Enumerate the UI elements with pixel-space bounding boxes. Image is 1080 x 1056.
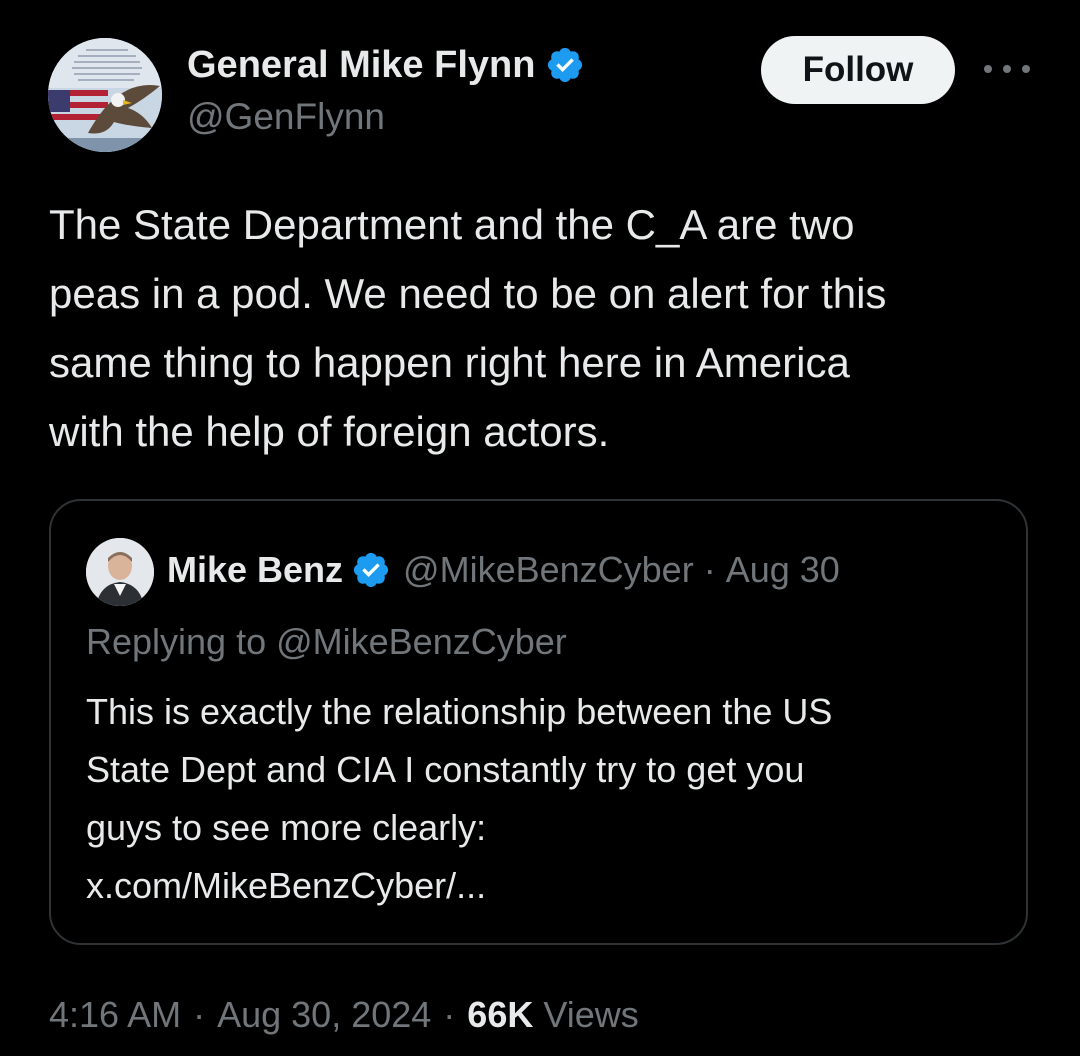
quoted-text-line: guys to see more clearly: xyxy=(86,807,487,848)
tweet-text-line: peas in a pod. We need to be on alert fo… xyxy=(49,270,887,317)
tweet-time[interactable]: 4:16 AM xyxy=(49,994,181,1036)
quoted-header: Mike Benz @MikeBenzCyber · Aug 30 xyxy=(167,545,840,595)
author-name[interactable]: General Mike Flynn xyxy=(187,44,535,87)
verified-badge-icon[interactable] xyxy=(545,45,585,85)
quoted-text-line: This is exactly the relationship between… xyxy=(86,691,833,732)
quoted-tweet-card[interactable]: Mike Benz @MikeBenzCyber · Aug 30 Replyi… xyxy=(49,499,1028,945)
quoted-author-avatar[interactable] xyxy=(86,538,154,606)
separator-dot: · xyxy=(193,994,206,1035)
quoted-text-line: State Dept and CIA I constantly try to g… xyxy=(86,749,805,790)
separator-dot: · xyxy=(443,994,456,1035)
tweet-text-line: same thing to happen right here in Ameri… xyxy=(49,339,850,386)
tweet-text: The State Department and the C_A are two… xyxy=(49,190,1049,466)
quoted-date[interactable]: Aug 30 xyxy=(726,549,840,591)
quoted-link[interactable]: x.com/MikeBenzCyber/... xyxy=(86,857,832,915)
quoted-author-name[interactable]: Mike Benz xyxy=(167,549,343,591)
separator-dot: · xyxy=(703,549,716,590)
verified-badge-icon[interactable] xyxy=(351,550,391,590)
author-name-row[interactable]: General Mike Flynn xyxy=(187,40,585,90)
follow-button[interactable]: Follow xyxy=(761,36,955,104)
more-dot xyxy=(984,65,992,73)
tweet-text-line: The State Department and the C_A are two xyxy=(49,201,855,248)
author-handle[interactable]: @GenFlynn xyxy=(187,96,385,138)
author-avatar[interactable] xyxy=(48,38,162,152)
person-avatar-image xyxy=(86,538,154,606)
more-dot xyxy=(1022,65,1030,73)
tweet-text-line: with the help of foreign actors. xyxy=(49,408,610,455)
tweet-meta: 4:16 AM · Aug 30, 2024 · 66K Views xyxy=(49,994,639,1036)
tweet: General Mike Flynn @GenFlynn Follow The … xyxy=(0,0,1080,1056)
tweet-date[interactable]: Aug 30, 2024 xyxy=(217,994,431,1036)
views-label[interactable]: Views xyxy=(543,994,638,1036)
more-options-icon[interactable] xyxy=(984,54,1030,84)
quoted-text: This is exactly the relationship between… xyxy=(86,683,832,915)
more-dot xyxy=(1003,65,1011,73)
quoted-author-handle[interactable]: @MikeBenzCyber xyxy=(403,549,694,591)
eagle-flag-avatar-image xyxy=(48,38,162,152)
views-count[interactable]: 66K xyxy=(467,994,533,1036)
replying-to-label: Replying to @MikeBenzCyber xyxy=(86,621,567,662)
